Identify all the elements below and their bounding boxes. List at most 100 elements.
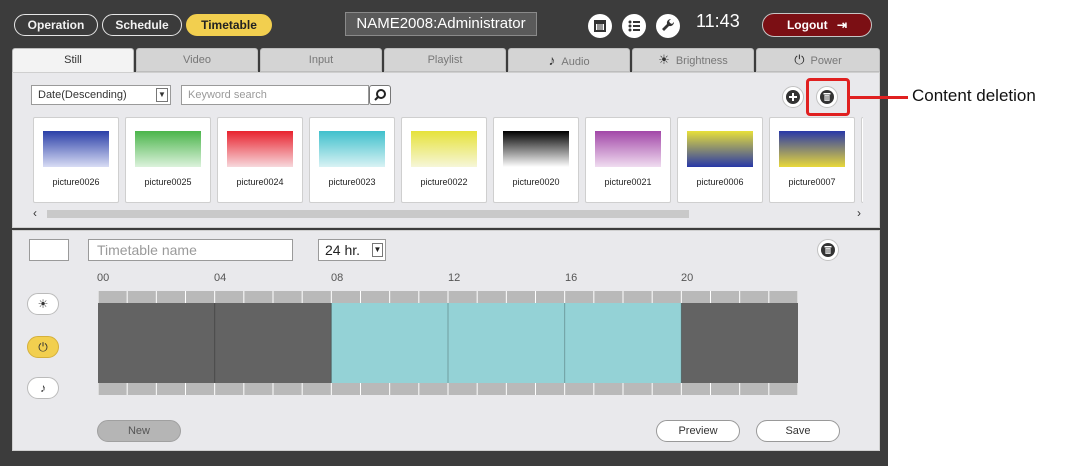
power-icon: ⏻: [794, 52, 805, 67]
logout-label: Logout: [786, 18, 828, 32]
thumbnail-label: picture0025: [144, 177, 192, 187]
chevron-right-icon[interactable]: ›: [857, 206, 861, 220]
thumbnail-label: picture0006: [696, 177, 744, 187]
sort-select-value: Date(Descending): [38, 89, 127, 101]
tab-video-label: Video: [183, 54, 211, 66]
music-note-icon: ♪: [40, 381, 46, 395]
chevron-left-icon[interactable]: ‹: [33, 206, 37, 220]
thumbnail-label: picture0026: [52, 177, 100, 187]
hour-label: 12: [448, 272, 461, 284]
clock-display: 11:43: [696, 11, 740, 31]
sort-select[interactable]: Date(Descending) ▼: [31, 85, 171, 105]
content-thumbnail[interactable]: picture0025: [125, 117, 211, 203]
thumbnail-strip: picture0026 picture0025 picture0024 pict…: [33, 117, 863, 203]
tab-brightness-label: Brightness: [675, 55, 728, 67]
tab-still[interactable]: Still: [12, 48, 134, 74]
chevron-down-icon: ▼: [156, 88, 168, 102]
list-icon[interactable]: [622, 14, 646, 38]
content-thumbnail[interactable]: picture0022: [401, 117, 487, 203]
hour-format-select[interactable]: 24 hr. ▼: [318, 239, 386, 261]
operation-button[interactable]: Operation: [14, 14, 98, 36]
hour-format-value: 24 hr.: [325, 242, 361, 258]
add-content-button[interactable]: [782, 86, 804, 108]
top-bar: Operation Schedule Timetable NAME2008:Ad…: [0, 0, 888, 44]
thumbnail-image: [595, 131, 661, 167]
callout-label: Content deletion: [912, 86, 1036, 105]
thumbnail-image: [687, 131, 753, 167]
thumbnail-image: [319, 131, 385, 167]
tab-power-label: Power: [810, 55, 842, 67]
device-name-display: NAME2008:Administrator: [345, 12, 537, 36]
plus-circle-icon: [786, 90, 800, 104]
thumbnail-image: [43, 131, 109, 167]
logout-button[interactable]: Logout ⇥: [762, 13, 872, 37]
new-button[interactable]: New: [97, 420, 181, 442]
power-on-block: [331, 303, 682, 383]
content-list-panel: Date(Descending) ▼ Keyword search pictur…: [12, 72, 880, 228]
timetable-panel: Timetable name 24 hr. ▼ 00 04 08 12 16 2…: [12, 230, 880, 451]
schedule-button[interactable]: Schedule: [102, 14, 182, 36]
scrollbar-thumb[interactable]: [47, 210, 689, 218]
audio-row-button[interactable]: ♪: [27, 377, 59, 399]
callout-pointer: [850, 96, 908, 99]
sun-icon: ☀: [37, 297, 49, 311]
thumbnail-image: [503, 131, 569, 167]
tab-input[interactable]: Input: [260, 48, 382, 72]
thumbnail-label: picture0022: [420, 177, 468, 187]
preview-button[interactable]: Preview: [656, 420, 740, 442]
thumbnail-image: [227, 131, 293, 167]
thumbnail-image: [779, 131, 845, 167]
tab-playlist-label: Playlist: [427, 54, 463, 66]
tab-audio[interactable]: ♪ Audio: [508, 48, 630, 72]
content-thumbnail[interactable]: picture0021: [585, 117, 671, 203]
tab-playlist[interactable]: Playlist: [384, 48, 506, 72]
content-thumbnail[interactable]: picture0020: [493, 117, 579, 203]
content-thumbnail-partial[interactable]: [861, 117, 863, 203]
tab-power[interactable]: ⏻ Power: [756, 48, 880, 72]
sun-icon: ☀: [658, 52, 670, 67]
hour-label: 00: [97, 272, 110, 284]
chevron-down-icon: ▼: [372, 243, 383, 257]
calendar-icon[interactable]: [588, 14, 612, 38]
thumbnail-label: picture0023: [328, 177, 376, 187]
content-thumbnail[interactable]: picture0026: [33, 117, 119, 203]
hour-label: 16: [565, 272, 578, 284]
content-thumbnail[interactable]: picture0024: [217, 117, 303, 203]
content-type-tabs: Still Video Input Playlist ♪ Audio ☀ Brigh…: [12, 48, 880, 74]
tab-audio-label: Audio: [561, 56, 590, 68]
wrench-icon[interactable]: [656, 14, 680, 38]
search-icon: [374, 89, 386, 101]
timetable-button[interactable]: Timetable: [186, 14, 272, 36]
delete-timetable-button[interactable]: [817, 239, 839, 261]
search-button[interactable]: [369, 85, 391, 105]
tab-brightness[interactable]: ☀ Brightness: [632, 48, 754, 72]
tab-video[interactable]: Video: [136, 48, 258, 72]
content-thumbnail[interactable]: picture0023: [309, 117, 395, 203]
thumbnail-label: picture0024: [236, 177, 284, 187]
trash-icon: [821, 243, 835, 257]
save-button[interactable]: Save: [756, 420, 840, 442]
music-note-icon: ♪: [548, 52, 556, 68]
hour-label: 04: [214, 272, 227, 284]
power-icon: ⏻: [38, 340, 48, 354]
power-row-button[interactable]: ⏻: [27, 336, 59, 358]
tab-still-label: Still: [64, 54, 82, 66]
logout-icon: ⇥: [836, 18, 848, 32]
timeline-grid[interactable]: [98, 291, 798, 397]
thumbnail-image: [135, 131, 201, 167]
app-window: Operation Schedule Timetable NAME2008:Ad…: [0, 0, 888, 466]
callout-highlight: [806, 78, 850, 116]
thumbnail-image: [411, 131, 477, 167]
thumbnail-label: picture0021: [604, 177, 652, 187]
thumbnail-scrollbar[interactable]: ‹ ›: [31, 206, 865, 221]
thumbnail-label: picture0007: [788, 177, 836, 187]
content-thumbnail[interactable]: picture0006: [677, 117, 763, 203]
keyword-search-input[interactable]: Keyword search: [181, 85, 369, 105]
hour-label: 20: [681, 272, 694, 284]
timetable-number-field[interactable]: [29, 239, 69, 261]
timetable-name-input[interactable]: Timetable name: [88, 239, 293, 261]
brightness-row-button[interactable]: ☀: [27, 293, 59, 315]
hour-label: 08: [331, 272, 344, 284]
thumbnail-label: picture0020: [512, 177, 560, 187]
content-thumbnail[interactable]: picture0007: [769, 117, 855, 203]
